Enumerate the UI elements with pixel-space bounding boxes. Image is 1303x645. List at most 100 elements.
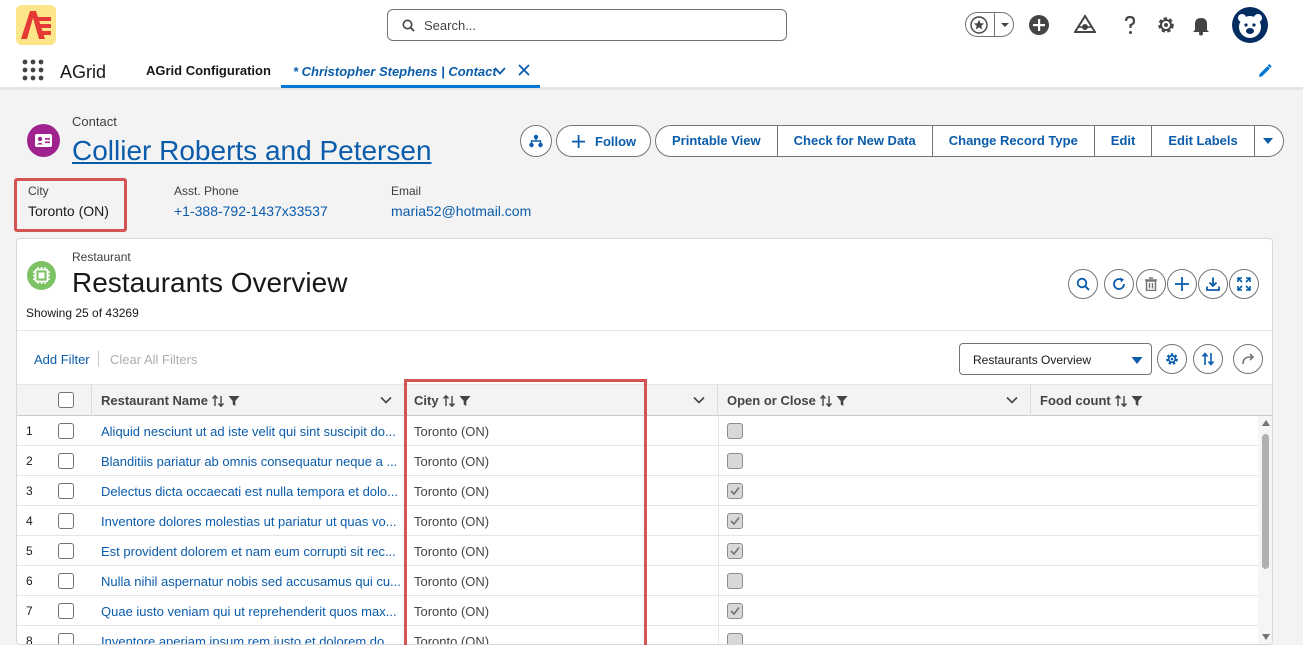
field-asst-phone: Asst. Phone +1-388-792-1437x33537 (174, 184, 328, 219)
add-icon (572, 135, 585, 148)
filter-icon[interactable] (836, 395, 848, 407)
restaurant-name-link[interactable]: Nulla nihil aspernatur nobis sed accusam… (101, 574, 401, 589)
column-label: Open or Close (727, 393, 816, 408)
app-logo[interactable] (16, 5, 56, 45)
column-header-open-or-close[interactable]: Open or Close (718, 385, 1031, 416)
column-label: Restaurant Name (101, 393, 208, 408)
open-or-close-checkbox (727, 603, 743, 619)
clear-all-filters-link[interactable]: Clear All Filters (110, 352, 197, 367)
row-checkbox[interactable] (58, 543, 74, 559)
field-email: Email maria52@hotmail.com (391, 184, 531, 219)
sort-icon[interactable] (1114, 394, 1128, 407)
global-add-icon[interactable] (1028, 14, 1050, 36)
open-or-close-checkbox (727, 423, 743, 439)
view-selector[interactable]: Restaurants Overview (959, 343, 1152, 375)
row-checkbox[interactable] (58, 513, 74, 529)
restaurant-name-link[interactable]: Quae iusto veniam qui ut reprehenderit q… (101, 604, 401, 619)
global-search[interactable] (387, 9, 787, 41)
checkmark-icon (730, 607, 740, 616)
tab-label: * Christopher Stephens | Contact (293, 64, 497, 79)
highlight-box-city-field (14, 178, 127, 232)
open-or-close-checkbox (727, 633, 743, 644)
row-checkbox[interactable] (58, 453, 74, 469)
grid-record-count: Showing 25 of 43269 (26, 306, 139, 320)
grid-delete-button[interactable] (1136, 269, 1166, 299)
grid-refresh-button[interactable] (1104, 269, 1134, 299)
more-actions-button[interactable] (1255, 126, 1283, 156)
scroll-down-icon[interactable] (1262, 634, 1270, 640)
user-avatar[interactable] (1232, 7, 1268, 43)
record-action-buttons: Printable View Check for New Data Change… (655, 125, 1284, 157)
restaurant-name-link[interactable]: Aliquid nesciunt ut ad iste velit qui si… (101, 424, 401, 439)
grid-expand-button[interactable] (1229, 269, 1259, 299)
checkmark-icon (730, 487, 740, 496)
app-navigation-bar: AGrid AGrid Configuration * Christopher … (0, 52, 1303, 90)
filter-icon[interactable] (1131, 395, 1143, 407)
chevron-down-icon (1262, 136, 1274, 146)
printable-view-button[interactable]: Printable View (656, 126, 778, 156)
restaurant-name-link[interactable]: Inventore dolores molestias ut pariatur … (101, 514, 401, 529)
field-label: Asst. Phone (174, 184, 239, 198)
row-checkbox[interactable] (58, 483, 74, 499)
highlight-box-city-column (404, 379, 647, 645)
app-launcher-icon[interactable] (22, 59, 44, 81)
row-number: 6 (26, 574, 33, 588)
row-number: 3 (26, 484, 33, 498)
check-for-new-data-button[interactable]: Check for New Data (778, 126, 933, 156)
add-filter-link[interactable]: Add Filter (34, 352, 90, 367)
restaurant-name-link[interactable]: Delectus dicta occaecati est nulla tempo… (101, 484, 401, 499)
row-number: 5 (26, 544, 33, 558)
edit-button[interactable]: Edit (1095, 126, 1153, 156)
row-checkbox[interactable] (58, 633, 74, 644)
grid-add-row-button[interactable] (1167, 269, 1197, 299)
trailhead-icon[interactable] (1074, 14, 1096, 36)
notifications-bell-icon[interactable] (1190, 14, 1212, 36)
change-record-type-button[interactable]: Change Record Type (933, 126, 1095, 156)
grid-search-button[interactable] (1068, 269, 1098, 299)
row-checkbox[interactable] (58, 603, 74, 619)
select-all-checkbox[interactable] (58, 392, 74, 408)
record-title[interactable]: Collier Roberts and Petersen (72, 135, 432, 167)
column-header-food-count[interactable]: Food count (1031, 385, 1272, 416)
sort-settings-button[interactable] (1193, 344, 1223, 374)
close-icon[interactable] (517, 63, 531, 77)
hierarchy-button[interactable] (520, 125, 552, 157)
tab-active-contact[interactable]: * Christopher Stephens | Contact (281, 52, 540, 88)
redo-button[interactable] (1233, 344, 1263, 374)
edit-nav-pencil-icon[interactable] (1257, 64, 1272, 79)
filter-icon[interactable] (228, 395, 240, 407)
favorites-star-icon (970, 16, 988, 34)
row-number: 4 (26, 514, 33, 528)
search-input[interactable] (424, 15, 764, 35)
open-or-close-checkbox (727, 483, 743, 499)
follow-button[interactable]: Follow (556, 125, 651, 157)
help-icon[interactable] (1119, 14, 1141, 36)
scroll-up-icon[interactable] (1262, 420, 1270, 426)
sort-icon[interactable] (819, 394, 833, 407)
row-number: 7 (26, 604, 33, 618)
open-or-close-checkbox (727, 453, 743, 469)
search-icon (402, 19, 415, 32)
column-header-restaurant-name[interactable]: Restaurant Name (92, 385, 405, 416)
nav-item-agrid-configuration[interactable]: AGrid Configuration (146, 63, 271, 78)
favorites-button[interactable] (965, 12, 1014, 37)
setup-gear-icon[interactable] (1155, 14, 1177, 36)
grid-object-label: Restaurant (72, 250, 131, 264)
restaurant-name-link[interactable]: Blanditiis pariatur ab omnis consequatur… (101, 454, 401, 469)
phone-link[interactable]: +1-388-792-1437x33537 (174, 203, 328, 219)
chevron-down-icon[interactable] (693, 396, 705, 404)
restaurant-name-link[interactable]: Est provident dolorem et nam eum corrupt… (101, 544, 401, 559)
grid-download-button[interactable] (1198, 269, 1228, 299)
email-link[interactable]: maria52@hotmail.com (391, 203, 531, 219)
checkmark-icon (730, 517, 740, 526)
row-checkbox[interactable] (58, 573, 74, 589)
sort-icon[interactable] (211, 394, 225, 407)
edit-labels-button[interactable]: Edit Labels (1152, 126, 1255, 156)
view-settings-button[interactable] (1157, 344, 1187, 374)
chevron-down-icon[interactable] (1006, 396, 1018, 404)
chevron-down-icon[interactable] (380, 396, 392, 404)
restaurant-name-link[interactable]: Inventore aperiam ipsum rem iusto et dol… (101, 634, 401, 644)
row-checkbox[interactable] (58, 423, 74, 439)
scrollbar-thumb[interactable] (1262, 434, 1269, 569)
chevron-down-icon[interactable] (493, 64, 507, 78)
